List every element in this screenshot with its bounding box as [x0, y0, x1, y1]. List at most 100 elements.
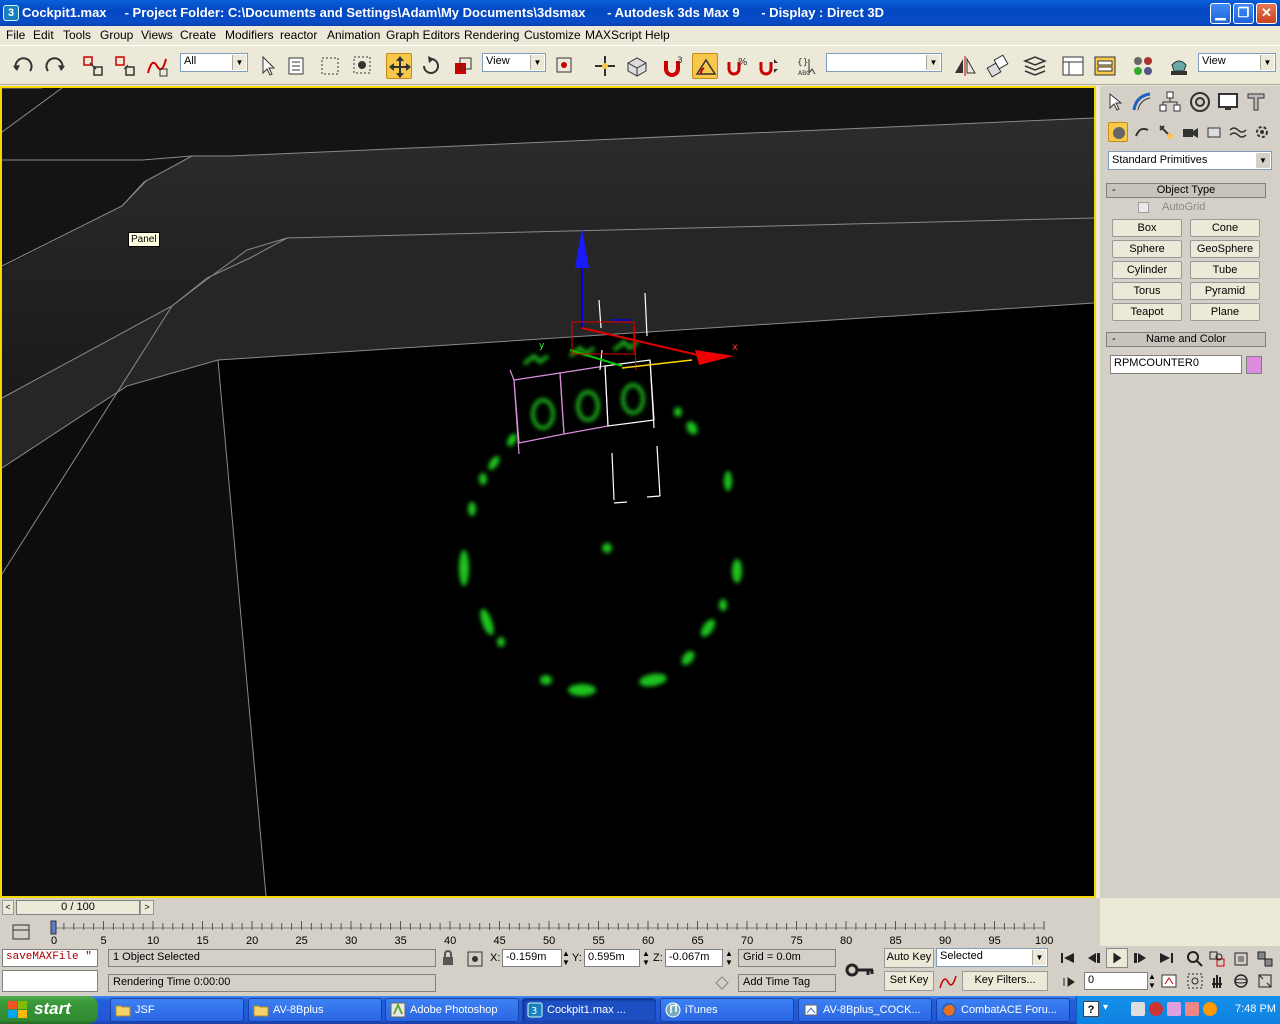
menu-tools[interactable]: Tools [63, 28, 91, 42]
menu-views[interactable]: Views [141, 28, 173, 42]
sphere-button[interactable]: Sphere [1112, 240, 1182, 258]
time-configuration-icon[interactable] [1160, 972, 1180, 990]
create-tab-icon[interactable] [1104, 90, 1128, 114]
hierarchy-tab-icon[interactable] [1158, 90, 1182, 114]
torus-button[interactable]: Torus [1112, 282, 1182, 300]
angle-snap-toggle-icon[interactable] [692, 53, 718, 79]
material-editor-icon[interactable] [1130, 53, 1156, 79]
expand-tray-icon[interactable]: ▾ [1103, 1002, 1117, 1016]
snaps-toggle-icon[interactable]: 3 [660, 53, 686, 79]
box-button[interactable]: Box [1112, 219, 1182, 237]
geometry-category-select[interactable]: Standard Primitives ▼ [1108, 151, 1272, 170]
perspective-viewport[interactable]: x y Panel [0, 86, 1096, 898]
tray-app-icon-1[interactable] [1131, 1002, 1145, 1016]
go-to-start-icon[interactable] [1058, 950, 1078, 966]
menu-file[interactable]: File [6, 28, 25, 42]
start-button[interactable]: start [0, 996, 98, 1024]
taskbar-item-av8bplus-cockpit[interactable]: AV-8Bplus_COCK... [798, 998, 932, 1022]
cylinder-button[interactable]: Cylinder [1112, 261, 1182, 279]
zoom-extents-icon[interactable] [1232, 950, 1250, 968]
taskbar-item-cockpit-max[interactable]: 3 Cockpit1.max ... [522, 998, 656, 1022]
spinner-snap-icon[interactable] [756, 53, 782, 79]
y-spinner[interactable]: ▲ ▼ [642, 949, 650, 967]
align-icon[interactable] [984, 53, 1010, 79]
set-key-button[interactable]: Set Key [884, 971, 934, 991]
menu-modifiers[interactable]: Modifiers [225, 28, 274, 42]
taskbar-item-av8bplus[interactable]: AV-8Bplus [248, 998, 382, 1022]
arc-rotate-icon[interactable] [1232, 972, 1250, 990]
object-color-swatch[interactable] [1246, 356, 1262, 374]
z-coordinate-field[interactable]: -0.067m [665, 949, 723, 967]
render-view-select[interactable]: View ▼ [1198, 53, 1276, 72]
redo-icon[interactable] [42, 53, 68, 79]
keyboard-shortcut-override-icon[interactable] [624, 53, 650, 79]
menu-animation[interactable]: Animation [327, 28, 380, 42]
helpers-icon[interactable] [1204, 122, 1224, 142]
maximize-viewport-icon[interactable] [1256, 972, 1274, 990]
menu-group[interactable]: Group [100, 28, 133, 42]
taskbar-item-photoshop[interactable]: Adobe Photoshop [385, 998, 519, 1022]
y-coordinate-field[interactable]: 0.595m [584, 949, 640, 967]
maximize-button[interactable]: ❐ [1233, 3, 1254, 24]
zoom-extents-all-icon[interactable] [1256, 950, 1274, 968]
x-coordinate-field[interactable]: -0.159m [502, 949, 562, 967]
systems-icon[interactable] [1252, 122, 1272, 142]
track-bar[interactable]: 0 5 10 15 20 25 30 35 40 45 50 55 60 65 70 75 80 85 90 95 10… [0, 918, 1100, 946]
cone-button[interactable]: Cone [1190, 219, 1260, 237]
edit-named-selection-icon[interactable]: {} ABC [794, 53, 820, 79]
select-by-name-icon[interactable] [285, 53, 311, 79]
select-and-move-icon[interactable] [386, 53, 412, 79]
minimize-button[interactable]: ▁ [1210, 3, 1231, 24]
object-name-field[interactable]: RPMCOUNTER0 [1110, 355, 1242, 374]
layer-manager-icon[interactable] [1022, 53, 1048, 79]
autogrid-checkbox[interactable] [1138, 202, 1149, 213]
go-to-end-icon[interactable] [1156, 950, 1176, 966]
named-selection-sets-select[interactable]: ▼ [826, 53, 942, 72]
select-and-scale-icon[interactable] [450, 53, 476, 79]
geosphere-button[interactable]: GeoSphere [1190, 240, 1260, 258]
tray-app-icon-5[interactable] [1203, 1002, 1217, 1016]
current-frame-spinner[interactable]: ▲ ▼ [1148, 972, 1156, 990]
tray-app-icon-2[interactable] [1149, 1002, 1163, 1016]
shapes-icon[interactable] [1132, 122, 1152, 142]
add-time-tag-button[interactable]: Add Time Tag [738, 974, 836, 992]
close-button[interactable]: ✕ [1256, 3, 1277, 24]
display-tab-icon[interactable] [1216, 90, 1240, 114]
pan-view-icon[interactable] [1208, 972, 1226, 990]
z-spinner[interactable]: ▲ ▼ [725, 949, 733, 967]
time-slider-thumb[interactable]: 0 / 100 [16, 900, 140, 915]
tube-button[interactable]: Tube [1190, 261, 1260, 279]
key-mode-toggle-icon[interactable] [1060, 974, 1078, 990]
maxscript-output[interactable] [2, 970, 98, 992]
use-pivot-center-icon[interactable] [552, 53, 578, 79]
help-tray-icon[interactable]: ? [1083, 1001, 1099, 1017]
reference-coordinate-select[interactable]: View ▼ [482, 53, 546, 72]
time-tag-icon[interactable] [713, 974, 731, 992]
menu-create[interactable]: Create [180, 28, 216, 42]
percent-snap-icon[interactable]: % [724, 53, 750, 79]
default-tangent-icon[interactable] [938, 972, 958, 992]
taskbar-item-itunes[interactable]: iTunes [660, 998, 794, 1022]
region-zoom-icon[interactable] [1186, 972, 1204, 990]
zoom-all-icon[interactable] [1208, 950, 1226, 968]
render-scene-icon[interactable] [1166, 53, 1192, 79]
maxscript-listener[interactable]: saveMAXFile " [2, 949, 98, 967]
lights-icon[interactable] [1156, 122, 1176, 142]
x-spinner[interactable]: ▲ ▼ [562, 949, 570, 967]
play-icon[interactable] [1106, 948, 1128, 968]
modify-tab-icon[interactable] [1130, 90, 1154, 114]
mirror-icon[interactable] [952, 53, 978, 79]
next-frame-button[interactable]: > [140, 900, 154, 915]
menu-reactor[interactable]: reactor [280, 28, 317, 42]
select-and-manipulate-icon[interactable] [592, 53, 618, 79]
unlink-selection-icon[interactable] [112, 53, 138, 79]
select-and-rotate-icon[interactable] [418, 53, 444, 79]
open-mini-curve-editor-icon[interactable] [10, 922, 32, 942]
tray-app-icon-4[interactable] [1185, 1002, 1199, 1016]
key-mode-select[interactable]: Selected ▼ [936, 948, 1048, 967]
tray-app-icon-3[interactable] [1167, 1002, 1181, 1016]
space-warps-icon[interactable] [1228, 122, 1248, 142]
menu-edit[interactable]: Edit [33, 28, 54, 42]
current-frame-field[interactable]: 0 [1084, 972, 1148, 990]
undo-icon[interactable] [10, 53, 36, 79]
